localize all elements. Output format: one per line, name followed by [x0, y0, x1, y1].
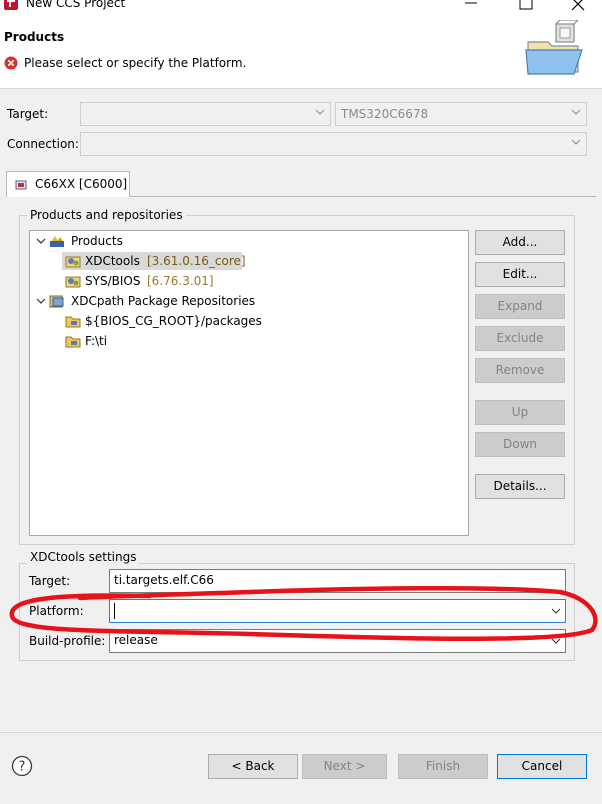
exclude-button[interactable]: Exclude	[475, 326, 565, 351]
platform-label: Platform:	[29, 604, 84, 618]
tree-item-xdctools[interactable]: XDCtools [3.61.0.16_core]	[62, 252, 246, 270]
app-logo-icon	[4, 0, 18, 10]
wizard-folder-graphic	[525, 20, 583, 75]
next-button[interactable]: Next >	[302, 754, 387, 779]
connection-label: Connection:	[7, 137, 79, 151]
repository-icon	[49, 295, 64, 308]
package-gear-icon	[65, 276, 81, 288]
tree-item-bios-cg-root[interactable]: ${BIOS_CG_ROOT}/packages	[62, 312, 322, 330]
minimize-icon[interactable]	[464, 0, 478, 10]
up-button[interactable]: Up	[475, 400, 565, 425]
chevron-down-icon	[572, 139, 580, 145]
tree-item-label: SYS/BIOS	[85, 274, 141, 288]
connection-combo[interactable]	[80, 132, 587, 156]
tree-item-xdcpath[interactable]: XDCpath Package Repositories	[30, 292, 468, 310]
settings-target-field[interactable]: ti.targets.elf.C66	[109, 569, 566, 593]
tree-item-label: XDCtools	[85, 254, 140, 268]
build-profile-value: release	[114, 633, 158, 647]
cancel-button[interactable]: Cancel	[497, 754, 587, 779]
edit-button[interactable]: Edit...	[475, 262, 565, 287]
device-icon	[15, 180, 27, 190]
tree-item-products[interactable]: Products	[30, 232, 468, 250]
products-icon	[50, 236, 64, 247]
target-device-value: TMS320C6678	[341, 107, 429, 121]
tree-item-f-ti[interactable]: F:\ti	[62, 332, 182, 350]
expand-twisty-icon[interactable]	[36, 236, 46, 246]
tree-item-version: [6.76.3.01]	[147, 274, 214, 288]
expand-twisty-icon[interactable]	[36, 296, 46, 306]
maximize-icon[interactable]	[519, 0, 533, 10]
finish-button[interactable]: Finish	[398, 754, 488, 779]
remove-button[interactable]: Remove	[475, 358, 565, 383]
tab-label: C66XX [C6000]	[35, 177, 128, 191]
chevron-down-icon	[552, 638, 560, 644]
wizard-header	[0, 12, 602, 89]
chevron-down-icon	[316, 109, 324, 115]
details-button[interactable]: Details...	[475, 474, 565, 499]
text-cursor	[114, 603, 115, 619]
xdctools-settings-title: XDCtools settings	[27, 550, 140, 564]
settings-target-label: Target:	[29, 574, 71, 588]
build-profile-combo[interactable]: release	[109, 629, 566, 653]
tree-item-sysbios[interactable]: SYS/BIOS [6.76.3.01]	[62, 272, 262, 290]
footer-separator	[0, 732, 602, 733]
chevron-down-icon	[552, 608, 560, 614]
tree-item-version: [3.61.0.16_core]	[147, 254, 246, 268]
close-icon[interactable]	[570, 0, 586, 12]
svg-text:?: ?	[19, 760, 26, 775]
products-tree[interactable]: Products XDCtools [3.61.0.16_core] SYS/B…	[29, 230, 469, 536]
tree-item-label: XDCpath Package Repositories	[71, 294, 256, 308]
error-message: Please select or specify the Platform.	[24, 56, 247, 70]
tree-item-label: Products	[71, 234, 123, 248]
help-icon[interactable]: ?	[11, 755, 33, 777]
platform-combo[interactable]	[109, 599, 566, 623]
back-button[interactable]: < Back	[208, 754, 298, 779]
tree-item-label: F:\ti	[85, 334, 108, 348]
folder-package-icon	[65, 336, 81, 348]
add-button[interactable]: Add...	[475, 230, 565, 255]
folder-package-icon	[65, 316, 81, 328]
target-family-combo[interactable]	[80, 102, 331, 126]
down-button[interactable]: Down	[475, 432, 565, 457]
target-device-combo[interactable]: TMS320C6678	[335, 102, 587, 126]
tab-c66xx[interactable]: C66XX [C6000]	[6, 171, 130, 197]
expand-button[interactable]: Expand	[475, 294, 565, 319]
chevron-down-icon	[572, 109, 580, 115]
page-title: Products	[4, 30, 65, 44]
build-profile-label: Build-profile:	[29, 634, 106, 648]
target-label: Target:	[7, 107, 49, 121]
error-icon	[4, 56, 18, 70]
window-title: New CCS Project	[26, 0, 126, 10]
package-gear-icon	[65, 256, 81, 268]
products-group-title: Products and repositories	[27, 208, 186, 222]
tree-item-label: ${BIOS_CG_ROOT}/packages	[85, 314, 262, 328]
